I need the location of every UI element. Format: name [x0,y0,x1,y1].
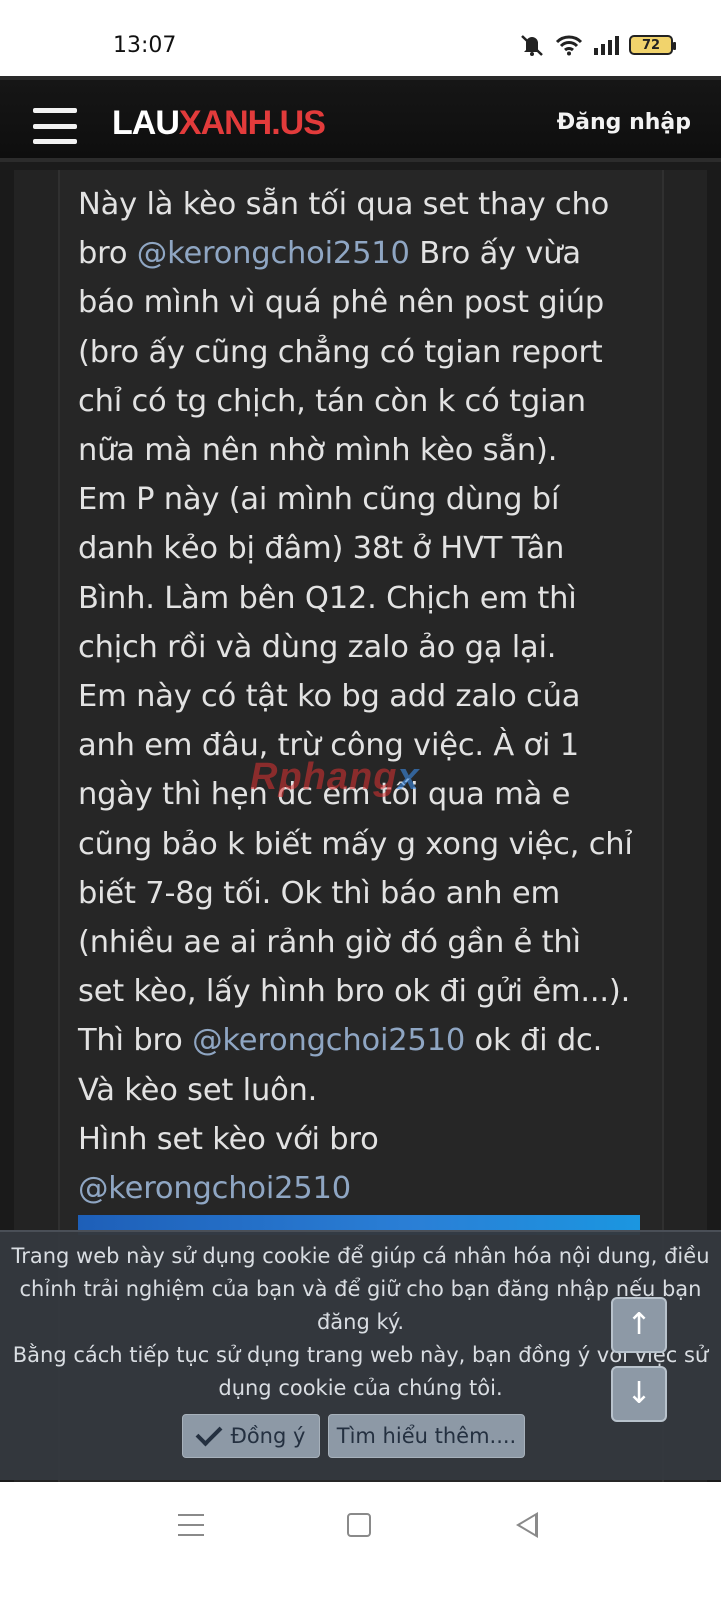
status-bar: 13:07 72 [0,0,721,76]
post-line: Em này có tật ko bg add zalo của [78,672,668,721]
post-line: Hình set kèo với bro [78,1115,668,1164]
battery-icon: 72 [629,35,676,55]
post-line-text: Em này có tật ko bg add zalo của [78,679,581,715]
watermark-logo: Rphangx [250,756,420,799]
wifi-icon [555,35,583,56]
post-line: cũng bảo k biết mấy g xong việc, chỉ [78,820,668,869]
post-line-text: Này là kèo sẵn tối qua set thay cho [78,187,610,222]
logo-text-part2: XANH.US [178,104,326,142]
recent-apps-icon[interactable] [178,1514,204,1536]
post-line: (bro ấy cũng chẳng có tgian report [78,328,668,377]
menu-icon[interactable] [33,108,77,144]
mute-icon [521,35,543,56]
post-line-text: Bro ấy vừa [409,236,581,272]
post-line-text: Em P này (ai mình cũng dùng bí [78,482,560,518]
post-line-text: (nhiều ae ai rảnh giờ đó gần ẻ thì [78,925,581,961]
post-line: Và kèo set luôn. [78,1066,668,1115]
scroll-up-button[interactable]: ↑ [611,1297,667,1353]
status-icons: 72 [519,34,676,56]
post-line: nữa mà nên nhờ mình kèo sẵn). [78,426,668,475]
check-icon [195,1419,222,1447]
post-line: Thì bro @kerongchoi2510 ok đi dc. [78,1016,668,1065]
system-nav-bar [0,1482,721,1600]
user-mention-link[interactable]: @kerongchoi2510 [78,1171,351,1206]
agree-button[interactable]: Đồng ý [182,1414,320,1458]
post-line-text: nữa mà nên nhờ mình kèo sẵn). [78,433,558,469]
post-line: (nhiều ae ai rảnh giờ đó gần ẻ thì [78,918,668,967]
post-line: set kèo, lấy hình bro ok đi gửi ẻm...). [78,967,668,1016]
post-body: Này là kèo sẵn tối qua set thay cho bro @… [78,180,668,1213]
home-icon[interactable] [347,1513,371,1537]
post-line-text: cũng bảo k biết mấy g xong việc, chỉ [78,826,633,862]
post-line: báo mình vì quá phê nên post giúp [78,278,668,327]
post-line-text: set kèo, lấy hình bro ok đi gửi ẻm...). [78,974,631,1010]
post-line: biết 7-8g tối. Ok thì báo anh em [78,869,668,918]
site-logo[interactable]: LAUXANH.US [112,104,326,143]
post-line: chịch rồi và dùng zalo ảo gạ lại. [78,623,668,672]
post-line-text: Hình set kèo với bro [78,1121,379,1157]
post-line-text: chịch rồi và dùng zalo ảo gạ lại. [78,629,557,665]
post-line-text: Và kèo set luôn. [78,1072,318,1108]
post-line-text: Thì bro [78,1023,193,1059]
post-line-text: chỉ có tg chịch, tán còn k có tgian [78,383,586,419]
site-header: LAUXANH.US Đăng nhập [0,76,721,162]
post-line-text: bro [78,236,137,272]
post-line-text: Bình. Làm bên Q12. Chịch em thì [78,580,577,616]
watermark-part2: x [397,756,420,798]
post-line-text: danh kẻo bị đâm) 38t ở HVT Tân [78,531,565,567]
signal-icon [594,36,619,55]
post-line: bro @kerongchoi2510 Bro ấy vừa [78,229,668,278]
agree-label: Đồng ý [230,1424,306,1448]
arrow-down-icon: ↓ [626,1376,652,1411]
back-icon[interactable] [516,1512,538,1538]
learn-more-button[interactable]: Tìm hiểu thêm.... [328,1414,525,1458]
scroll-down-button[interactable]: ↓ [611,1366,667,1422]
cookie-line: Trang web này sử dụng cookie để giúp cá … [11,1244,710,1268]
battery-level: 72 [641,37,661,53]
arrow-up-icon: ↑ [626,1307,652,1342]
login-link[interactable]: Đăng nhập [557,110,691,135]
post-line-text: ok đi dc. [465,1023,603,1059]
post-line: @kerongchoi2510 [78,1164,668,1213]
status-time: 13:07 [113,33,177,58]
post-line: Bình. Làm bên Q12. Chịch em thì [78,574,668,623]
logo-text-part1: LAU [112,104,180,142]
post-line: Em P này (ai mình cũng dùng bí [78,475,668,524]
post-line: Này là kèo sẵn tối qua set thay cho [78,180,668,229]
user-mention-link[interactable]: @kerongchoi2510 [192,1023,465,1058]
user-mention-link[interactable]: @kerongchoi2510 [137,236,410,271]
post-line-text: báo mình vì quá phê nên post giúp [78,285,605,321]
post-line-text: biết 7-8g tối. Ok thì báo anh em [78,875,560,911]
post-line: chỉ có tg chịch, tán còn k có tgian [78,377,668,426]
post-line-text: (bro ấy cũng chẳng có tgian report [78,334,603,370]
post-line: danh kẻo bị đâm) 38t ở HVT Tân [78,524,668,573]
watermark-part1: Rphang [250,756,398,798]
